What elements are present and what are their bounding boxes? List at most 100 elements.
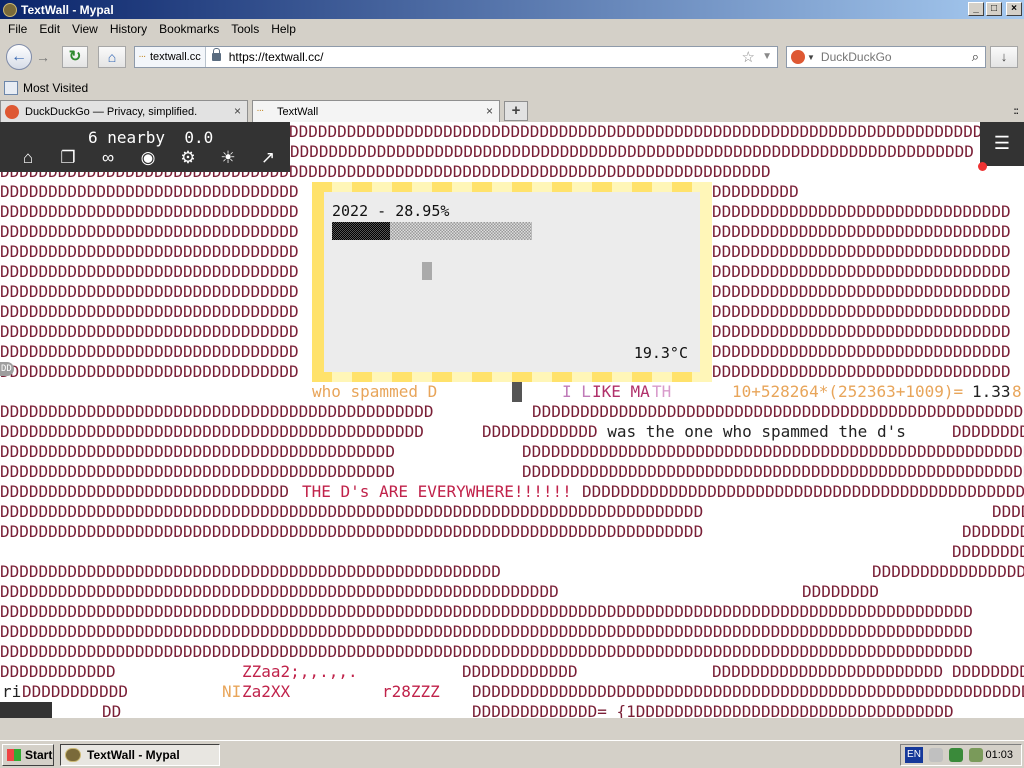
text-segment: DDDDDDDDDDDDDDDDDDDDDDDDDDDDDDDDDDDDDDDD… xyxy=(0,502,704,521)
text-row[interactable]: DDDDDDDDDDDDDDDDDDDDDDDDDDDDDDDDDDDDDDDD… xyxy=(0,462,1024,482)
link-icon[interactable]: ∞ xyxy=(96,148,120,168)
chevron-down-icon[interactable]: ▼ xyxy=(807,53,815,62)
brightness-icon[interactable]: ☀ xyxy=(216,148,240,168)
url-input[interactable]: https://textwall.cc/ xyxy=(229,50,324,64)
search-input[interactable] xyxy=(820,50,961,64)
menu-help[interactable]: Help xyxy=(265,22,302,36)
tray-network-icon[interactable] xyxy=(949,748,963,762)
nearby-status: 6 nearby 0.0 xyxy=(88,128,214,147)
text-row[interactable]: DDDDDDDD xyxy=(0,542,1024,562)
text-segment: DDDDDDDDDDDDDDDDDDDDDDDDDDDDDDD xyxy=(712,222,1011,241)
text-row[interactable]: DDDDDDDDDDDDDDDDDDDDDDDDDDDDDDDDDDDDDDDD… xyxy=(0,602,1024,622)
text-segment: DDDDDDDDD xyxy=(712,182,799,201)
back-button[interactable]: ← xyxy=(6,44,32,70)
reload-button[interactable]: ↻ xyxy=(62,46,88,68)
bookmark-most-visited[interactable]: Most Visited xyxy=(23,81,88,95)
forward-button[interactable]: → xyxy=(36,49,50,65)
url-dropdown-icon[interactable]: ▼ xyxy=(762,51,772,62)
menu-bookmarks[interactable]: Bookmarks xyxy=(153,22,225,36)
text-row[interactable]: DDDDDDDDDDDDDDDDDDDDDDDDDDDDDDDDDDDDDDDD… xyxy=(0,502,1024,522)
text-row[interactable]: DDDDDDDDDDDDDDDDDDDDDDDDDDDDDDDDDDDDDDDD… xyxy=(0,562,1024,582)
text-row[interactable]: DDDDDDDDDDDDDDDDDDDDDDDDDDDDDDDDDDDDDDDD… xyxy=(0,622,1024,642)
duckduckgo-engine-icon[interactable] xyxy=(791,50,805,64)
tray-volume-icon[interactable] xyxy=(969,748,983,762)
home-icon[interactable]: ⌂ xyxy=(16,148,40,168)
text-row[interactable]: DDDDDDDDDDDDDDDDDDDDDDDDDDDDDD THE D's AR… xyxy=(0,482,1024,502)
start-button[interactable]: Start xyxy=(2,744,54,766)
new-tab-button[interactable]: + xyxy=(504,101,528,121)
copy-icon[interactable]: ❐ xyxy=(56,148,80,168)
text-segment: DDDDDDDDDDDDDDDDDDDDDDDDDDDDDDD xyxy=(712,262,1011,281)
window-title: TextWall - Mypal xyxy=(21,2,114,17)
text-row[interactable]: DDDDDDDDDDDDDDDDDDDDDDDDDDDDDDDDDDDDDDDD… xyxy=(0,642,1024,662)
text-segment: DDDD xyxy=(992,502,1024,521)
menu-bar: File Edit View History Bookmarks Tools Help xyxy=(0,19,1024,39)
text-segment: DDDDDDDDDDDDDDDDDDDDDDDDDDDDDDDDDDDDDDDD… xyxy=(0,402,434,421)
text-row[interactable]: DDDDDDDDDDDDDDDDDDDDDDDDDDDDDDDDDDDDDDDD… xyxy=(0,582,1024,602)
tab-duckduckgo[interactable]: DuckDuckGo — Privacy, simplified. × xyxy=(0,100,248,122)
text-segment: DDDDDDDD xyxy=(952,662,1024,681)
bookmark-star-icon[interactable]: ☆ xyxy=(742,48,755,66)
palette-icon[interactable]: ◉ xyxy=(136,148,160,168)
menu-view[interactable]: View xyxy=(66,22,104,36)
teleport-arrow-icon[interactable]: ↗ xyxy=(256,148,280,168)
search-bar[interactable]: ▼ ⌕ xyxy=(786,46,986,68)
menu-edit[interactable]: Edit xyxy=(33,22,66,36)
minimize-button[interactable]: _ xyxy=(968,2,984,16)
text-segment: DDDDDDDDDDDDDDDDDDDDDDDDDDDDDDDDDDDDDDDD… xyxy=(0,422,424,441)
tray-info-icon[interactable] xyxy=(929,748,943,762)
text-row[interactable]: DD DDDDDDDDDDDDD= {1DDDDDDDDDDDDDDDDDDDDD… xyxy=(0,702,1024,718)
url-bar[interactable]: ··· textwall.cc https://textwall.cc/ ☆ ▼ xyxy=(134,46,778,68)
text-segment: DDDDDDDDDDDDDDDDDDDDDDDDDDDDDDDDDDDDDDDD… xyxy=(0,602,973,621)
system-tray: EN 01:03 xyxy=(900,744,1022,766)
navigation-toolbar: ← → ↻ ⌂ ··· textwall.cc https://textwall… xyxy=(0,40,1024,76)
textwall-favicon-icon: ··· xyxy=(139,53,146,61)
text-segment: who spammed D xyxy=(312,382,438,401)
text-row[interactable]: DDDDDDDDDDDD ZZaa2;,,.,,. DDDDDDDDDDDD DDDD… xyxy=(0,662,1024,682)
language-indicator[interactable]: EN xyxy=(905,747,923,763)
text-segment: DDDDDDDDDDD xyxy=(22,682,128,701)
text-segment: DDDDDDDDDDDDDDDDDDDDDDDDDDDDDDD xyxy=(712,322,1011,341)
bookmarks-toolbar: Most Visited xyxy=(0,78,1024,98)
text-segment: DDDDDDDDDDDDDDDDDDDDDDDDDDDDDDDDDDDDDDDD… xyxy=(0,462,395,481)
tab-textwall[interactable]: ··· TextWall × xyxy=(252,100,500,122)
text-segment: DDDDDDDD xyxy=(952,542,1024,561)
text-segment: TH xyxy=(652,382,672,401)
text-row[interactable]: DDDDDDDDDDDDDDDDDDDDDDDDDDDDDDDDDDDDDDDD… xyxy=(0,522,1024,542)
menu-tools[interactable]: Tools xyxy=(225,22,265,36)
text-segment: 10+528264*(252363+1009)= xyxy=(732,382,964,401)
mypal-app-icon xyxy=(3,2,17,17)
text-row[interactable]: ri DDDDDDDDDDD NI Za2XX r28ZZZ DDDDDDDDDDDDDD… xyxy=(0,682,1024,702)
text-segment: DDDDDDDDDDDDDDDDDDDDDDDDDDDDDDD xyxy=(0,322,299,341)
year-progress-fill xyxy=(332,222,390,240)
taskbar-item-textwall[interactable]: TextWall - Mypal xyxy=(60,744,220,766)
text-segment: DDDDDDDDDDDDDDDDDDDDDDDDDDDDDDD xyxy=(712,282,1011,301)
text-segment: DDDDDDDDDDDDDDDDDDDDDDDDDDDDDDDDDDDDDDDD… xyxy=(0,622,973,641)
text-row[interactable]: DDDDDDDDDDDDDDDDDDDDDDDDDDDDDDDDDDDDDDDD… xyxy=(0,402,1024,422)
tab-list-button[interactable]: :: xyxy=(1013,106,1019,117)
site-identity-button[interactable]: ··· textwall.cc xyxy=(135,47,206,67)
chat-button[interactable]: ☰ xyxy=(980,122,1024,166)
close-button[interactable]: × xyxy=(1006,2,1022,16)
textwall-canvas[interactable]: DDDDDDDDDDDDDDDDDDDDDDDDDDDDDDDDDDDDDDDD… xyxy=(0,122,1024,718)
clock: 01:03 xyxy=(985,749,1013,761)
downloads-button[interactable]: ↓ xyxy=(990,46,1018,68)
toolbar-icons: ⌂ ❐ ∞ ◉ ⚙ ☀ ↗ xyxy=(16,148,280,168)
text-row[interactable]: DDDDDDDDDDDDDDDDDDDDDDDDDDDDDDDDDDDDDDDD… xyxy=(0,422,1024,442)
home-button[interactable]: ⌂ xyxy=(98,46,126,68)
maximize-button[interactable]: □ xyxy=(986,2,1002,16)
window-titlebar: TextWall - Mypal _ □ × xyxy=(0,0,1024,19)
text-segment: DDDDDDDDDDDDDDDDDDDDDDDDDDDDDDD xyxy=(712,202,1011,221)
text-segment: DDDDDDDDDDDDDDDD xyxy=(872,562,1024,581)
most-visited-folder-icon xyxy=(4,81,18,95)
menu-history[interactable]: History xyxy=(104,22,153,36)
tab-close-icon[interactable]: × xyxy=(486,104,493,118)
text-row[interactable]: DDDDDDDDDDDDDDDDDDDDDDDDDDDDDDDDDDDDDDDD… xyxy=(0,442,1024,462)
text-segment: ri xyxy=(2,682,22,701)
gear-icon[interactable]: ⚙ xyxy=(176,148,200,168)
text-segment: Za2XX xyxy=(242,682,291,701)
tab-close-icon[interactable]: × xyxy=(234,104,241,118)
search-icon[interactable]: ⌕ xyxy=(972,49,979,65)
text-segment: DDDDDDDDDDDDDDDDDDDDDDDDDDDDDDD xyxy=(712,302,1011,321)
menu-file[interactable]: File xyxy=(2,22,33,36)
